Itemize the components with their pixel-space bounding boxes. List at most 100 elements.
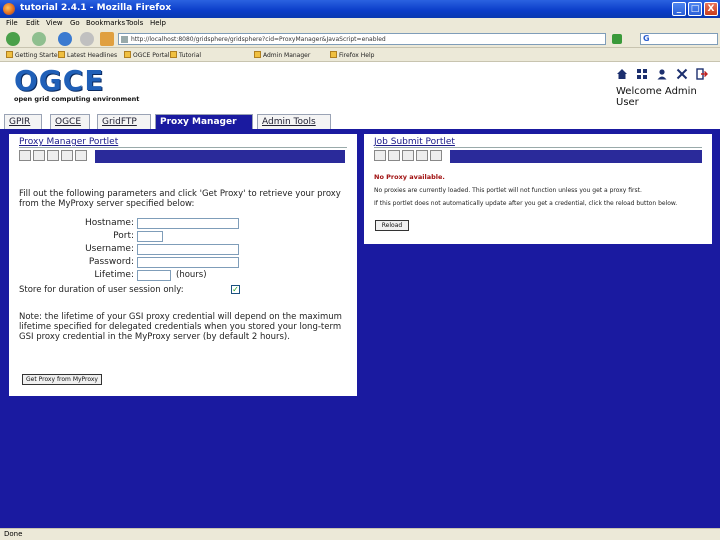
portlet-controls xyxy=(19,150,89,162)
portlet-titlebar xyxy=(450,150,702,163)
portal-tabs: GPIR OGCE GridFTP Proxy Manager Admin To… xyxy=(0,114,720,130)
username-label: Username: xyxy=(85,244,134,254)
bookmark-item[interactable]: Latest Headlines xyxy=(58,51,117,59)
welcome-line-2: User xyxy=(616,97,639,108)
logo-text: OGCE xyxy=(14,64,105,97)
proxy-intro-text: Fill out the following parameters and cl… xyxy=(19,189,341,209)
google-search-icon: G xyxy=(643,34,650,43)
port-field[interactable] xyxy=(137,231,163,242)
bookmark-item[interactable]: Admin Manager xyxy=(254,51,310,59)
menu-go[interactable]: Go xyxy=(70,19,80,27)
maximize-button[interactable]: □ xyxy=(688,2,702,16)
profile-icon[interactable] xyxy=(656,68,668,80)
menu-help[interactable]: Help xyxy=(150,19,166,27)
minimize-icon[interactable] xyxy=(416,150,428,161)
username-field[interactable] xyxy=(137,244,239,255)
lifetime-field[interactable] xyxy=(137,270,171,281)
password-field[interactable] xyxy=(137,257,239,268)
minimize-icon[interactable] xyxy=(61,150,73,161)
window-titlebar: tutorial 2.4.1 - Mozilla Firefox _ □ X xyxy=(0,0,720,18)
status-bar: Done xyxy=(0,528,720,540)
lifetime-note: Note: the lifetime of your GSI proxy cre… xyxy=(19,312,342,342)
menu-edit[interactable]: Edit xyxy=(26,19,40,27)
menu-bookmarks[interactable]: Bookmarks xyxy=(86,19,125,27)
bookmark-icon xyxy=(6,51,13,58)
lifetime-label: Lifetime: xyxy=(94,270,134,280)
reload-icon[interactable] xyxy=(58,32,72,46)
welcome-message: Welcome Admin User xyxy=(616,86,697,108)
logout-icon[interactable] xyxy=(695,68,708,80)
bookmark-icon xyxy=(254,51,261,58)
reload-button[interactable]: Reload xyxy=(375,220,409,231)
portlet-titlebar xyxy=(95,150,345,163)
bookmark-item[interactable]: Tutorial xyxy=(170,51,201,59)
menu-bar: File Edit View Go Bookmarks Tools Help xyxy=(0,18,720,30)
hostname-field[interactable] xyxy=(137,218,239,229)
zoom-icon[interactable] xyxy=(33,150,45,161)
no-proxy-message: No proxies are currently loaded. This po… xyxy=(374,187,642,194)
store-session-label: Store for duration of user session only: xyxy=(19,285,184,295)
job-portlet-title[interactable]: Job Submit Portlet xyxy=(374,137,455,147)
grid-icon[interactable] xyxy=(636,68,648,80)
edit-icon[interactable] xyxy=(374,150,386,161)
forward-icon[interactable] xyxy=(32,32,46,46)
tab-gridftp[interactable]: GridFTP xyxy=(97,114,151,130)
bookmark-item[interactable]: Getting Started xyxy=(6,51,61,59)
minimize-button[interactable]: _ xyxy=(672,2,686,16)
menu-file[interactable]: File xyxy=(6,19,18,27)
bookmarks-toolbar: Getting Started Latest Headlines OGCE Po… xyxy=(0,48,720,62)
portlet-controls xyxy=(374,150,444,162)
bookmark-icon xyxy=(170,51,177,58)
no-proxy-heading: No Proxy available. xyxy=(374,173,445,181)
proxy-portlet-title[interactable]: Proxy Manager Portlet xyxy=(19,137,118,147)
tab-ogce[interactable]: OGCE xyxy=(50,114,90,130)
bookmark-item[interactable]: OGCE Portal xyxy=(124,51,170,59)
portlet-area: Proxy Manager Portlet Fill out the follo… xyxy=(0,131,720,528)
bookmark-icon xyxy=(58,51,65,58)
help-icon[interactable] xyxy=(430,150,442,161)
search-input[interactable]: G xyxy=(640,33,718,45)
stop-icon[interactable] xyxy=(80,32,94,46)
job-submit-portlet: Job Submit Portlet No Proxy available. N… xyxy=(364,134,712,244)
header-icons xyxy=(616,68,713,82)
title-divider xyxy=(374,147,702,148)
go-button[interactable] xyxy=(612,34,622,44)
logo-subtitle: open grid computing environment xyxy=(14,95,140,103)
title-divider xyxy=(19,147,347,148)
lifetime-unit: (hours) xyxy=(176,270,207,280)
close-button[interactable]: X xyxy=(704,2,718,16)
page-favicon xyxy=(121,36,128,43)
reload-instruction: If this portlet does not automatically u… xyxy=(374,200,678,207)
tab-gpir[interactable]: GPIR xyxy=(4,114,42,130)
proxy-manager-portlet: Proxy Manager Portlet Fill out the follo… xyxy=(9,134,357,396)
page-viewport: OGCE open grid computing environment Wel… xyxy=(0,62,720,528)
edit-icon[interactable] xyxy=(19,150,31,161)
url-text: http://localhost:8080/gridsphere/gridsph… xyxy=(131,36,386,43)
help-icon[interactable] xyxy=(75,150,87,161)
home-nav-icon[interactable] xyxy=(100,32,114,46)
bookmark-icon xyxy=(330,51,337,58)
welcome-line-1: Welcome Admin xyxy=(616,86,697,97)
tab-admin-tools[interactable]: Admin Tools xyxy=(257,114,331,130)
bookmark-item[interactable]: Firefox Help xyxy=(330,51,374,59)
tools-icon[interactable] xyxy=(676,68,688,80)
hostname-label: Hostname: xyxy=(84,218,134,228)
maximize-icon[interactable] xyxy=(402,150,414,161)
maximize-icon[interactable] xyxy=(47,150,59,161)
url-input[interactable]: http://localhost:8080/gridsphere/gridsph… xyxy=(118,33,606,45)
navigation-toolbar: http://localhost:8080/gridsphere/gridsph… xyxy=(0,30,720,48)
menu-tools[interactable]: Tools xyxy=(126,19,143,27)
bookmark-icon xyxy=(124,51,131,58)
password-label: Password: xyxy=(88,257,134,267)
port-label: Port: xyxy=(113,231,134,241)
store-session-checkbox[interactable]: ✓ xyxy=(231,285,240,294)
zoom-icon[interactable] xyxy=(388,150,400,161)
ogce-logo: OGCE open grid computing environment xyxy=(14,64,139,103)
tab-proxy-manager[interactable]: Proxy Manager xyxy=(155,114,253,130)
status-text: Done xyxy=(4,530,23,538)
home-icon[interactable] xyxy=(616,68,628,80)
window-title: tutorial 2.4.1 - Mozilla Firefox xyxy=(20,3,172,13)
get-proxy-button[interactable]: Get Proxy from MyProxy xyxy=(22,374,102,385)
menu-view[interactable]: View xyxy=(46,19,63,27)
back-icon[interactable] xyxy=(6,32,20,46)
